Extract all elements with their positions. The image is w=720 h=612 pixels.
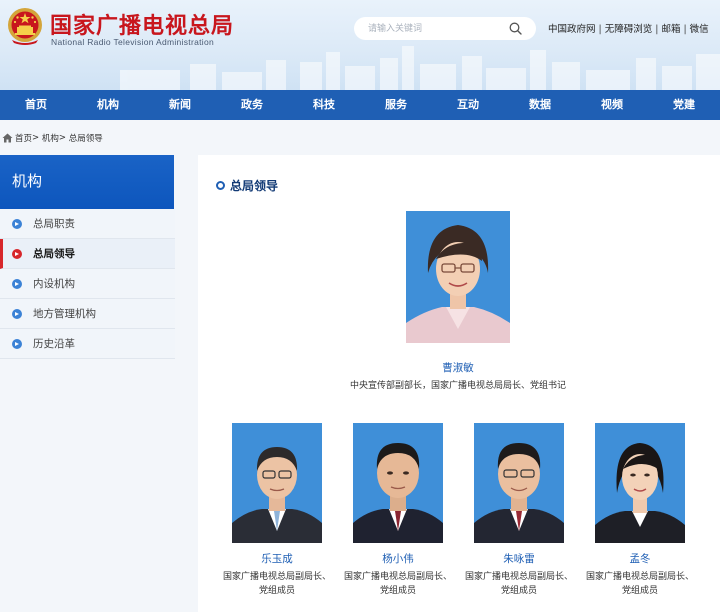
leader-card-deputy: 孟冬 国家广播电视总局副局长、 党组成员 <box>583 423 697 598</box>
sidebar-menu: 总局职责 总局领导 内设机构 地方管理机构 历史沿革 <box>0 209 175 359</box>
sidebar-item-label: 内设机构 <box>33 278 75 290</box>
leader-title-line1: 国家广播电视总局副局长、 <box>464 572 573 582</box>
site-header: 国家广播电视总局 National Radio Television Admin… <box>0 0 720 90</box>
sidebar-heading: 机构 <box>0 155 174 209</box>
arrow-circle-icon <box>12 339 22 349</box>
site-title: 国家广播电视总局 <box>50 14 235 39</box>
nav-home[interactable]: 首页 <box>0 90 72 120</box>
leader-title-line2: 党组成员 <box>258 586 295 596</box>
section-title: 总局领导 <box>216 177 278 194</box>
sidebar-item-label: 历史沿革 <box>33 338 75 350</box>
top-links: 中国政府网 | 无障碍浏览 | 邮箱 | 微信 <box>548 21 709 35</box>
sidebar-item-internal-departments[interactable]: 内设机构 <box>0 269 175 299</box>
main-nav: 首页 机构 新闻 政务 科技 服务 互动 数据 视频 党建 <box>0 90 720 120</box>
leader-name[interactable]: 曹淑敏 <box>308 360 608 375</box>
sidebar-item-label: 总局职责 <box>33 218 75 230</box>
leader-photo[interactable] <box>595 423 685 543</box>
leader-card-deputy: 杨小伟 国家广播电视总局副局长、 党组成员 <box>341 423 455 598</box>
leader-photo[interactable] <box>353 423 443 543</box>
leader-title: 国家广播电视总局副局长、 党组成员 <box>341 570 455 598</box>
leader-photo[interactable] <box>406 211 510 343</box>
link-wechat[interactable]: 微信 <box>690 24 709 35</box>
sidebar-item-label: 总局领导 <box>33 248 75 260</box>
leader-title-line2: 党组成员 <box>500 586 537 596</box>
search-box <box>354 17 536 40</box>
search-icon[interactable] <box>509 22 522 35</box>
nav-news[interactable]: 新闻 <box>144 90 216 120</box>
sidebar-item-history[interactable]: 历史沿革 <box>0 329 175 359</box>
link-mailbox[interactable]: 邮箱 <box>661 24 680 35</box>
leader-title-line1: 国家广播电视总局副局长、 <box>343 572 452 582</box>
link-accessibility[interactable]: 无障碍浏览 <box>605 24 653 35</box>
arrow-circle-icon <box>12 249 22 259</box>
link-gov-portal[interactable]: 中国政府网 <box>548 24 596 35</box>
sidebar: 机构 总局职责 总局领导 内设机构 地方管理机构 历史沿革 <box>0 155 175 612</box>
nav-government-affairs[interactable]: 政务 <box>216 90 288 120</box>
leader-title-line1: 国家广播电视总局副局长、 <box>222 572 331 582</box>
leader-title-line2: 党组成员 <box>621 586 658 596</box>
leader-photo[interactable] <box>232 423 322 543</box>
sidebar-item-label: 地方管理机构 <box>33 308 96 320</box>
breadcrumb-separator: > <box>58 133 69 143</box>
national-emblem-icon[interactable] <box>6 6 44 46</box>
leader-title: 国家广播电视总局副局长、 党组成员 <box>462 570 576 598</box>
leader-title-line2: 党组成员 <box>379 586 416 596</box>
link-separator: | <box>683 24 687 35</box>
nav-organization[interactable]: 机构 <box>72 90 144 120</box>
leader-name[interactable]: 杨小伟 <box>341 551 455 566</box>
nav-video[interactable]: 视频 <box>576 90 648 120</box>
main-content: 总局领导 曹淑敏 中央宣传部副部长，国家广播电视总局局长、党组书记 乐玉成 国家… <box>198 155 720 612</box>
search-input[interactable] <box>368 20 498 37</box>
skyline-decoration <box>120 46 720 90</box>
ring-bullet-icon <box>216 181 225 190</box>
breadcrumb: 首页 > 机构 > 总局领导 <box>0 130 103 146</box>
link-separator: | <box>655 24 659 35</box>
link-separator: | <box>598 24 602 35</box>
leader-title: 国家广播电视总局副局长、 党组成员 <box>220 570 334 598</box>
sidebar-item-local-administrations[interactable]: 地方管理机构 <box>0 299 175 329</box>
arrow-circle-icon <box>12 279 22 289</box>
nav-services[interactable]: 服务 <box>360 90 432 120</box>
breadcrumb-current: 总局领导 <box>68 134 103 144</box>
arrow-circle-icon <box>12 219 22 229</box>
breadcrumb-home[interactable]: 首页 <box>15 132 32 144</box>
section-title-text: 总局领导 <box>230 179 279 193</box>
leader-title: 国家广播电视总局副局长、 党组成员 <box>583 570 697 598</box>
nav-technology[interactable]: 科技 <box>288 90 360 120</box>
site-subtitle: National Radio Television Administration <box>51 37 215 47</box>
sidebar-item-leaders[interactable]: 总局领导 <box>0 239 175 269</box>
leader-card-deputy: 乐玉成 国家广播电视总局副局长、 党组成员 <box>220 423 334 598</box>
home-icon <box>2 133 13 143</box>
breadcrumb-organization[interactable]: 机构 <box>42 132 59 144</box>
arrow-circle-icon <box>12 309 22 319</box>
nav-interaction[interactable]: 互动 <box>432 90 504 120</box>
leader-card-chief: 曹淑敏 中央宣传部副部长，国家广播电视总局局长、党组书记 <box>308 211 608 393</box>
sidebar-item-responsibilities[interactable]: 总局职责 <box>0 209 175 239</box>
breadcrumb-separator: > <box>32 133 42 143</box>
leader-title: 中央宣传部副部长，国家广播电视总局局长、党组书记 <box>349 381 566 391</box>
leader-name[interactable]: 乐玉成 <box>220 551 334 566</box>
nav-data[interactable]: 数据 <box>504 90 576 120</box>
leader-card-deputy: 朱咏雷 国家广播电视总局副局长、 党组成员 <box>462 423 576 598</box>
leader-photo[interactable] <box>474 423 564 543</box>
leader-title-line1: 国家广播电视总局副局长、 <box>585 572 694 582</box>
nav-party-building[interactable]: 党建 <box>648 90 720 120</box>
leader-name[interactable]: 朱咏雷 <box>462 551 576 566</box>
leader-name[interactable]: 孟冬 <box>583 551 697 566</box>
